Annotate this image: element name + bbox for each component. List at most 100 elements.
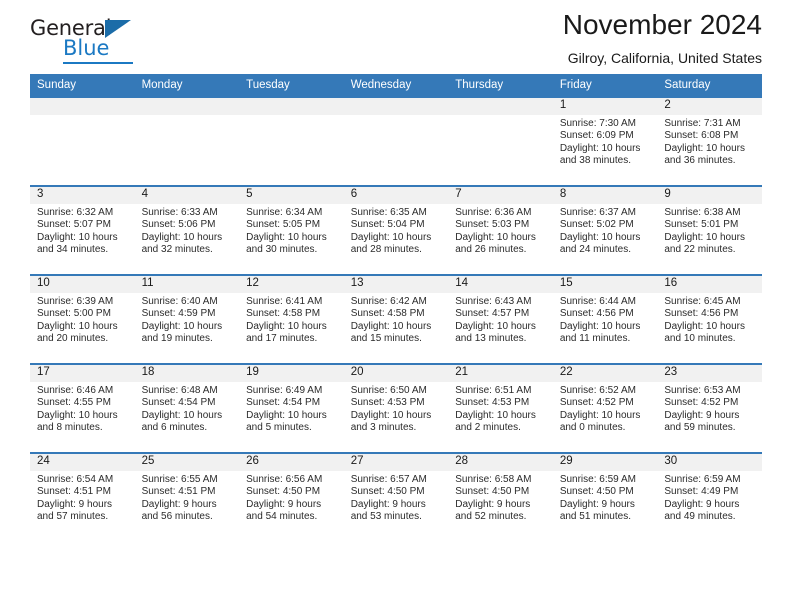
daylight-text: Daylight: 10 hours and 34 minutes. [37,231,118,256]
calendar-day-cell[interactable]: 17 Sunrise: 6:46 AM Sunset: 4:55 PM Dayligh… [30,363,135,453]
daylight-text: Daylight: 10 hours and 5 minutes. [246,409,327,434]
day-details: Sunrise: 6:51 AM Sunset: 4:53 PM Daylight:… [448,382,553,435]
calendar-day-cell[interactable]: 19 Sunrise: 6:49 AM Sunset: 4:54 PM Dayligh… [239,363,344,453]
day-number: 11 [134,276,240,293]
sunrise-text: Sunrise: 6:40 AM [141,296,218,307]
calendar-day-cell[interactable]: 18 Sunrise: 6:48 AM Sunset: 4:54 PM Dayligh… [134,363,240,453]
sunset-text: Sunset: 4:50 PM [559,486,634,498]
sunrise-text: Sunrise: 7:30 AM [559,118,636,129]
day-number: 19 [239,365,344,382]
calendar-day-cell[interactable]: 12 Sunrise: 6:41 AM Sunset: 4:58 PM Dayligh… [239,274,344,364]
sunset-text: Sunset: 4:54 PM [141,397,216,409]
daylight-text: Daylight: 10 hours and 17 minutes. [246,320,327,345]
day-number [448,98,553,115]
day-details: Sunrise: 6:56 AM Sunset: 4:50 PM Daylight:… [239,471,344,524]
daylight-text: Daylight: 10 hours and 8 minutes. [37,409,118,434]
calendar-day-cell[interactable]: 24 Sunrise: 6:54 AM Sunset: 4:51 PM Dayligh… [30,452,135,542]
calendar-day-cell[interactable]: 15 Sunrise: 6:44 AM Sunset: 4:56 PM Dayligh… [552,274,658,364]
sunset-text: Sunset: 4:54 PM [246,397,321,409]
sunrise-text: Sunrise: 6:33 AM [141,207,218,218]
calendar-day-cell[interactable]: 8 Sunrise: 6:37 AM Sunset: 5:02 PM Daylight… [552,185,658,275]
calendar-day-cell[interactable]: 5 Sunrise: 6:34 AM Sunset: 5:05 PM Daylight… [239,185,344,275]
calendar-day-cell[interactable]: 1 Sunrise: 7:30 AM Sunset: 6:09 PM Daylight… [552,96,658,186]
sunset-text: Sunset: 5:02 PM [559,219,634,231]
daylight-text: Daylight: 10 hours and 0 minutes. [559,409,641,434]
calendar-day-cell[interactable]: 2 Sunrise: 7:31 AM Sunset: 6:08 PM Daylight… [657,96,762,186]
sunset-text: Sunset: 4:49 PM [664,486,739,498]
daylight-text: Daylight: 10 hours and 28 minutes. [350,231,432,256]
day-details: Sunrise: 6:55 AM Sunset: 4:51 PM Daylight:… [135,471,240,524]
calendar-week-row: 3 Sunrise: 6:32 AM Sunset: 5:07 PM Daylight… [30,185,762,275]
calendar-day-cell[interactable]: 21 Sunrise: 6:51 AM Sunset: 4:53 PM Dayligh… [448,363,553,453]
calendar-week-row: 1 Sunrise: 7:30 AM Sunset: 6:09 PM Daylight… [30,96,762,186]
sunset-text: Sunset: 6:09 PM [559,130,634,142]
page-header: General Blue November 2024 Gilroy, Calif… [30,0,762,74]
day-details: Sunrise: 6:57 AM Sunset: 4:50 PM Daylight:… [344,471,449,524]
sunrise-text: Sunrise: 6:52 AM [559,385,636,396]
day-number: 22 [552,365,658,382]
calendar-day-cell[interactable]: 20 Sunrise: 6:50 AM Sunset: 4:53 PM Dayligh… [343,363,449,453]
daylight-text: Daylight: 10 hours and 6 minutes. [141,409,223,434]
calendar-empty-cell [134,96,240,186]
daylight-text: Daylight: 10 hours and 22 minutes. [664,231,745,256]
sunrise-text: Sunrise: 6:44 AM [559,296,636,307]
daylight-text: Daylight: 10 hours and 38 minutes. [559,142,641,167]
calendar-day-cell[interactable]: 30 Sunrise: 6:59 AM Sunset: 4:49 PM Dayligh… [657,452,762,542]
calendar-day-cell[interactable]: 23 Sunrise: 6:53 AM Sunset: 4:52 PM Dayligh… [657,363,762,453]
sunrise-text: Sunrise: 6:55 AM [141,474,218,485]
sunset-text: Sunset: 5:00 PM [37,308,111,320]
daylight-text: Daylight: 10 hours and 10 minutes. [664,320,745,345]
daylight-text: Daylight: 9 hours and 53 minutes. [350,498,426,523]
sunset-text: Sunset: 4:51 PM [141,486,216,498]
daylight-text: Daylight: 10 hours and 15 minutes. [350,320,432,345]
day-number: 29 [552,454,658,471]
daylight-text: Daylight: 10 hours and 20 minutes. [37,320,118,345]
location-subtitle: Gilroy, California, United States [567,50,762,66]
sunrise-text: Sunrise: 6:34 AM [246,207,323,218]
calendar-day-cell[interactable]: 4 Sunrise: 6:33 AM Sunset: 5:06 PM Daylight… [134,185,240,275]
calendar-day-cell[interactable]: 27 Sunrise: 6:57 AM Sunset: 4:50 PM Dayligh… [343,452,449,542]
daylight-text: Daylight: 9 hours and 59 minutes. [664,409,740,434]
calendar-day-cell[interactable]: 11 Sunrise: 6:40 AM Sunset: 4:59 PM Dayligh… [134,274,240,364]
sunrise-text: Sunrise: 6:58 AM [455,474,532,485]
calendar-empty-cell [30,96,135,186]
calendar-day-cell[interactable]: 14 Sunrise: 6:43 AM Sunset: 4:57 PM Dayligh… [448,274,553,364]
generalblue-logo[interactable]: General Blue [30,18,160,68]
day-number: 21 [448,365,553,382]
weekday-header-monday: Monday [134,74,240,97]
sunrise-text: Sunrise: 6:51 AM [455,385,532,396]
day-number: 2 [657,98,762,115]
calendar-day-cell[interactable]: 29 Sunrise: 6:59 AM Sunset: 4:50 PM Dayligh… [552,452,658,542]
calendar-day-cell[interactable]: 9 Sunrise: 6:38 AM Sunset: 5:01 PM Daylight… [657,185,762,275]
day-details: Sunrise: 6:59 AM Sunset: 4:50 PM Daylight:… [553,471,658,524]
sunrise-text: Sunrise: 6:48 AM [141,385,218,396]
calendar-day-cell[interactable]: 16 Sunrise: 6:45 AM Sunset: 4:56 PM Dayligh… [657,274,762,364]
calendar-day-cell[interactable]: 7 Sunrise: 6:36 AM Sunset: 5:03 PM Daylight… [448,185,553,275]
calendar-day-cell[interactable]: 25 Sunrise: 6:55 AM Sunset: 4:51 PM Dayligh… [134,452,240,542]
calendar-empty-cell [239,96,344,186]
sunset-text: Sunset: 4:50 PM [455,486,530,498]
calendar-day-cell[interactable]: 26 Sunrise: 6:56 AM Sunset: 4:50 PM Dayligh… [239,452,344,542]
day-number: 12 [239,276,344,293]
sunset-text: Sunset: 4:57 PM [455,308,530,320]
calendar-empty-cell [343,96,449,186]
sunset-text: Sunset: 5:04 PM [350,219,425,231]
day-details: Sunrise: 6:39 AM Sunset: 5:00 PM Daylight:… [30,293,135,346]
day-number: 7 [448,187,553,204]
sunrise-text: Sunrise: 6:35 AM [350,207,427,218]
day-number: 6 [343,187,449,204]
day-details: Sunrise: 6:54 AM Sunset: 4:51 PM Daylight:… [30,471,135,524]
calendar-day-cell[interactable]: 10 Sunrise: 6:39 AM Sunset: 5:00 PM Dayligh… [30,274,135,364]
daylight-text: Daylight: 9 hours and 56 minutes. [141,498,217,523]
page-title: November 2024 [562,9,762,40]
calendar-day-cell[interactable]: 22 Sunrise: 6:52 AM Sunset: 4:52 PM Dayligh… [552,363,658,453]
weekday-header-thursday: Thursday [448,74,553,97]
calendar-day-cell[interactable]: 3 Sunrise: 6:32 AM Sunset: 5:07 PM Daylight… [30,185,135,275]
logo-text-blue: Blue [63,36,110,60]
day-number: 5 [239,187,344,204]
calendar-day-cell[interactable]: 13 Sunrise: 6:42 AM Sunset: 4:58 PM Dayligh… [343,274,449,364]
calendar-day-cell[interactable]: 6 Sunrise: 6:35 AM Sunset: 5:04 PM Daylight… [343,185,449,275]
day-number [343,98,449,115]
calendar-day-cell[interactable]: 28 Sunrise: 6:58 AM Sunset: 4:50 PM Dayligh… [448,452,553,542]
sunrise-text: Sunrise: 6:43 AM [455,296,532,307]
